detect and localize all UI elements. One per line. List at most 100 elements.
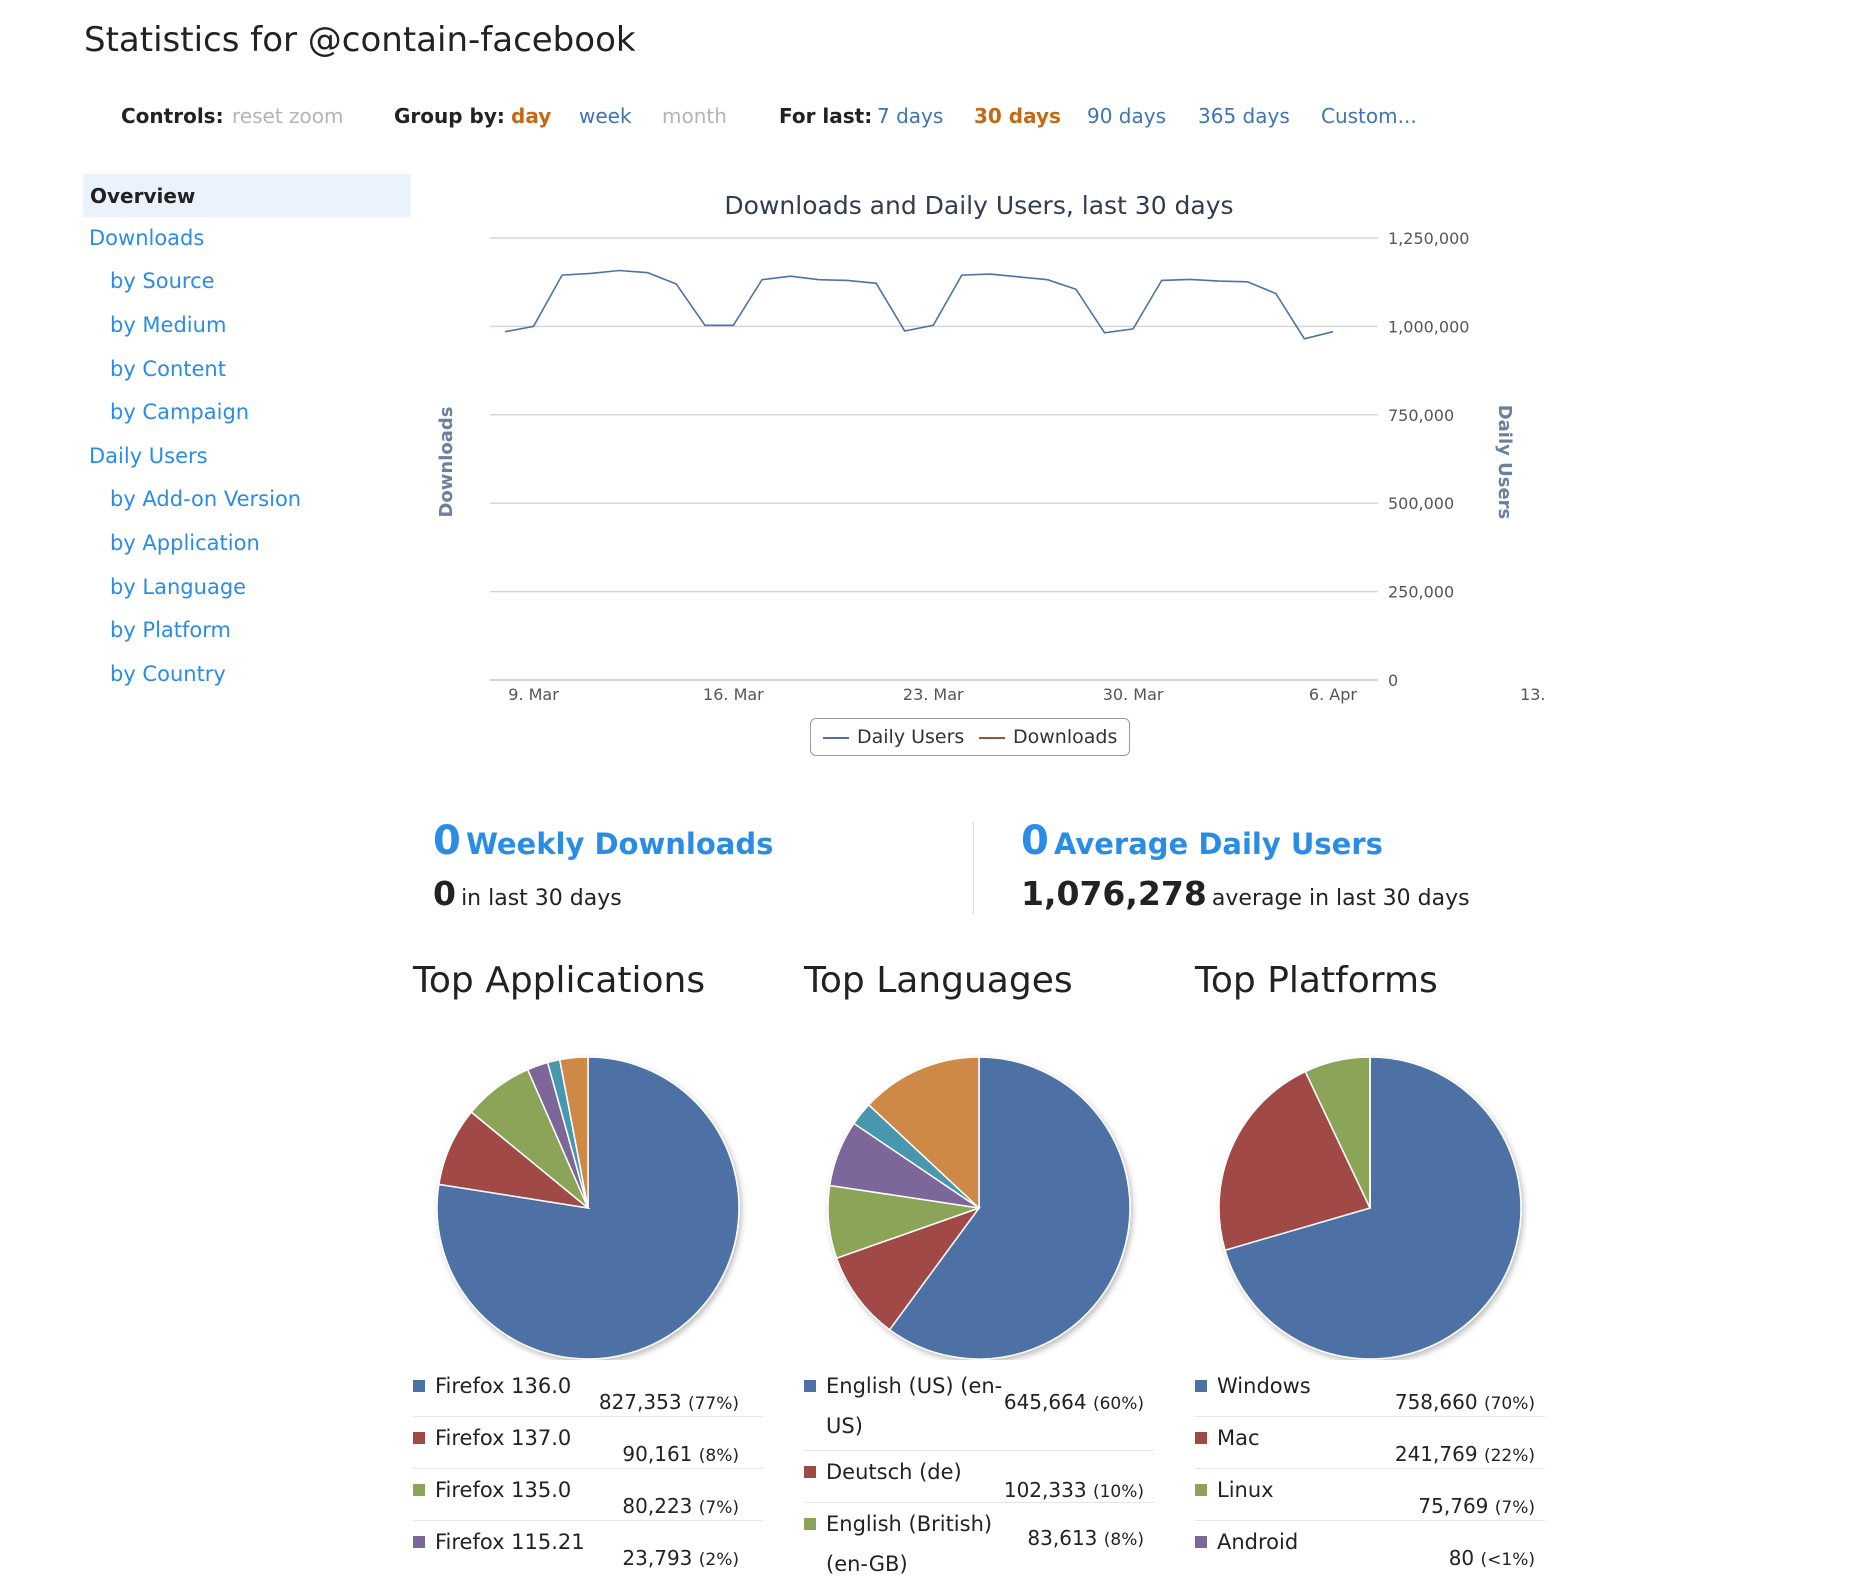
chart-title: Downloads and Daily Users, last 30 days: [724, 191, 1233, 220]
legend-value: 758,660 (70%): [1395, 1390, 1535, 1414]
legend-value: 83,613 (8%): [1027, 1526, 1144, 1550]
applications-legend: Firefox 136.0 827,353 (77%) Firefox 137.…: [413, 1366, 763, 1546]
list-item: English (US) (en- US) 645,664 (60%): [804, 1366, 1154, 1451]
value-text: 241,769: [1395, 1442, 1478, 1466]
legend-name: English (US) (en-: [826, 1366, 1002, 1406]
list-item: English (British) (en-GB) 83,613 (8%): [804, 1504, 1154, 1588]
legend-name: Android: [1217, 1522, 1298, 1562]
legend-name: Firefox 136.0: [435, 1366, 571, 1406]
legend-value: 80,223 (7%): [622, 1494, 739, 1518]
y-axis-left-label: Downloads: [436, 406, 457, 517]
weekly-downloads-number: 0: [433, 874, 456, 913]
value-text: 83,613: [1027, 1526, 1097, 1550]
value-text: 80: [1449, 1546, 1474, 1570]
list-item: Windows 758,660 (70%): [1195, 1366, 1545, 1417]
average-daily-users-summary: 1,076,278 average in last 30 days: [1021, 874, 1470, 913]
average-daily-users-number: 1,076,278: [1021, 874, 1207, 913]
swatch-icon: [1195, 1484, 1207, 1496]
swatch-icon: [413, 1484, 425, 1496]
percent-text: (60%): [1093, 1394, 1144, 1414]
percent-text: (7%): [699, 1498, 739, 1518]
percent-text: (<1%): [1481, 1550, 1535, 1570]
weekly-downloads-sub: in last 30 days: [461, 886, 622, 911]
value-text: 75,769: [1418, 1494, 1488, 1518]
y-tick-label: 500,000: [1388, 494, 1454, 513]
percent-text: (22%): [1484, 1446, 1535, 1466]
list-item: Deutsch (de) 102,333 (10%): [804, 1452, 1154, 1503]
platforms-legend: Windows 758,660 (70%) Mac 241,769 (22%) …: [1195, 1366, 1545, 1546]
y-tick-label: 750,000: [1388, 406, 1454, 425]
legend-value: 90,161 (8%): [622, 1442, 739, 1466]
list-item: Firefox 135.0 80,223 (7%): [413, 1470, 763, 1521]
legend-value: 645,664 (60%): [1004, 1390, 1144, 1414]
legend-name: Firefox 135.0: [435, 1470, 571, 1510]
line-icon: [823, 737, 849, 739]
legend-name: Windows: [1217, 1366, 1311, 1406]
legend-name: Linux: [1217, 1470, 1274, 1510]
average-daily-users-heading[interactable]: 0 Average Daily Users: [1021, 818, 1383, 864]
legend-daily-users-label: Daily Users: [857, 726, 964, 748]
value-text: 645,664: [1004, 1390, 1087, 1414]
legend-daily-users[interactable]: Daily Users: [823, 726, 964, 748]
x-tick-label: 30. Mar: [1103, 685, 1164, 704]
y-tick-label: 1,000,000: [1388, 317, 1469, 336]
value-text: 758,660: [1395, 1390, 1478, 1414]
legend-name: English (British): [826, 1504, 992, 1544]
y-axis-right-label: Daily Users: [1494, 405, 1515, 520]
x-tick-label: 23. Mar: [903, 685, 964, 704]
percent-text: (70%): [1484, 1394, 1535, 1414]
x-tick-label: 9. Mar: [508, 685, 559, 704]
top-applications-title: Top Applications: [413, 960, 705, 1001]
list-item: Firefox 115.21 23,793 (2%): [413, 1522, 763, 1572]
swatch-icon: [413, 1380, 425, 1392]
legend-value: 102,333 (10%): [1004, 1478, 1144, 1502]
legend-downloads-label: Downloads: [1013, 726, 1117, 748]
legend-value: 75,769 (7%): [1418, 1494, 1535, 1518]
legend-name: Deutsch (de): [826, 1452, 962, 1492]
legend-value: 241,769 (22%): [1395, 1442, 1535, 1466]
weekly-downloads-count: 0: [433, 818, 461, 864]
swatch-icon: [413, 1432, 425, 1444]
percent-text: (10%): [1093, 1482, 1144, 1502]
x-tick-label: 13.: [1520, 685, 1545, 704]
series-line-0: [505, 271, 1333, 339]
list-item: Android 80 (<1%): [1195, 1522, 1545, 1572]
legend-name-continued: US): [826, 1406, 863, 1446]
y-tick-label: 250,000: [1388, 583, 1454, 602]
legend-name-continued: (en-GB): [826, 1544, 908, 1584]
x-tick-label: 16. Mar: [703, 685, 764, 704]
average-daily-users-sub: average in last 30 days: [1212, 886, 1470, 911]
percent-text: (7%): [1495, 1498, 1535, 1518]
list-item: Mac 241,769 (22%): [1195, 1418, 1545, 1469]
value-text: 827,353: [599, 1390, 682, 1414]
legend-downloads[interactable]: Downloads: [979, 726, 1117, 748]
y-tick-label: 1,250,000: [1388, 229, 1469, 248]
swatch-icon: [804, 1466, 816, 1478]
legend-value: 827,353 (77%): [599, 1390, 739, 1414]
value-text: 90,161: [622, 1442, 692, 1466]
percent-text: (77%): [688, 1394, 739, 1414]
top-platforms-title: Top Platforms: [1195, 960, 1438, 1001]
weekly-downloads-heading[interactable]: 0 Weekly Downloads: [433, 818, 773, 864]
legend-name: Firefox 115.21: [435, 1522, 585, 1562]
x-tick-label: 6. Apr: [1309, 685, 1357, 704]
legend-name: Firefox 137.0: [435, 1418, 571, 1458]
list-item: Linux 75,769 (7%): [1195, 1470, 1545, 1521]
list-item: Firefox 137.0 90,161 (8%): [413, 1418, 763, 1469]
value-text: 102,333: [1004, 1478, 1087, 1502]
line-chart: Downloads and Daily Users, last 30 days …: [0, 0, 1862, 780]
pie-charts: [0, 1020, 1862, 1360]
value-text: 80,223: [622, 1494, 692, 1518]
list-item: Firefox 136.0 827,353 (77%): [413, 1366, 763, 1417]
swatch-icon: [1195, 1380, 1207, 1392]
y-tick-label: 0: [1388, 671, 1398, 690]
stats-divider: [973, 822, 974, 914]
percent-text: (2%): [699, 1550, 739, 1570]
weekly-downloads-summary: 0 in last 30 days: [433, 874, 622, 913]
swatch-icon: [1195, 1432, 1207, 1444]
top-languages-title: Top Languages: [804, 960, 1073, 1001]
legend-value: 23,793 (2%): [622, 1546, 739, 1570]
value-text: 23,793: [622, 1546, 692, 1570]
swatch-icon: [1195, 1536, 1207, 1548]
percent-text: (8%): [1104, 1530, 1144, 1550]
